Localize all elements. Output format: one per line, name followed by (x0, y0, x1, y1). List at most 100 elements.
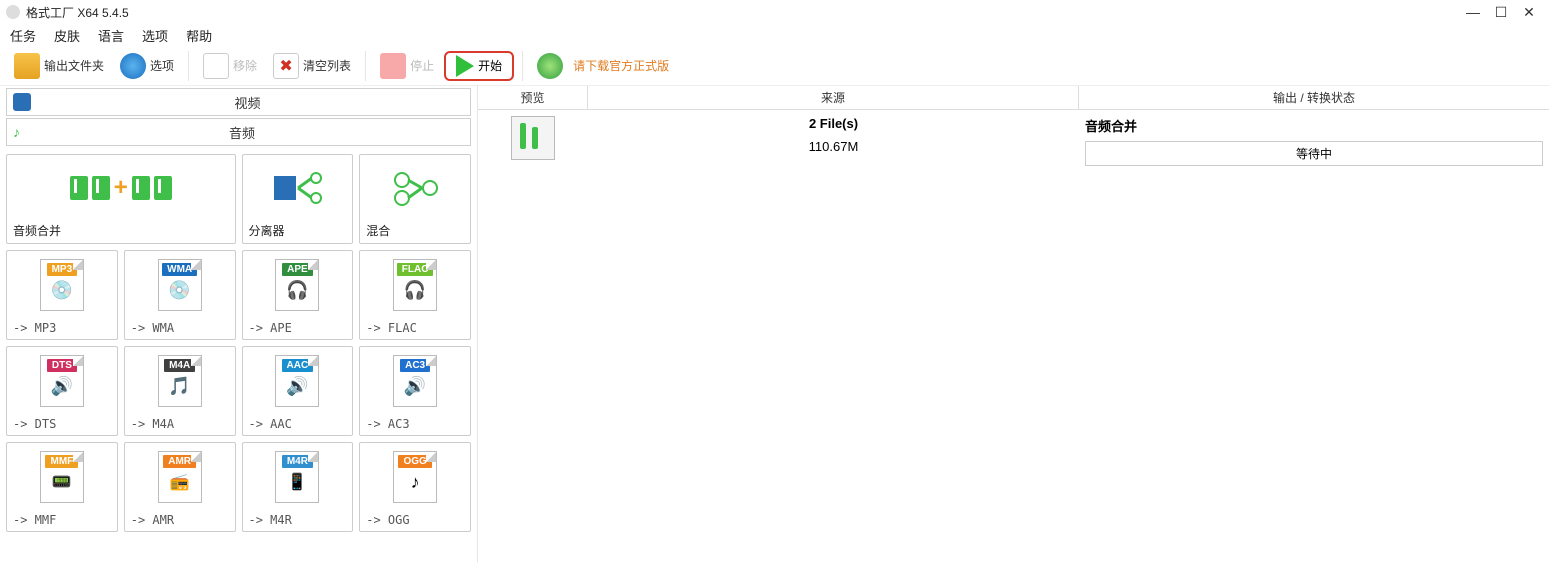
document-icon (203, 53, 229, 79)
titlebar: 格式工厂 X64 5.4.5 — ☐ ✕ (0, 0, 1549, 24)
output-folder-label: 输出文件夹 (44, 57, 104, 74)
toolbar: 输出文件夹 选项 移除 清空列表 停止 开始 请下载官方正式版 (0, 46, 1549, 86)
tile-ape[interactable]: APE🎧 -> APE (242, 250, 354, 340)
close-button[interactable]: ✕ (1515, 4, 1543, 21)
tile-mp3[interactable]: MP3💿 -> MP3 (6, 250, 118, 340)
tile-m4a-label: -> M4A (131, 417, 174, 431)
column-headers: 预览 来源 输出 / 转换状态 (478, 86, 1549, 110)
category-audio[interactable]: ♪ 音频 (6, 118, 471, 146)
mmf-icon: MMF📟 (7, 443, 117, 511)
mp3-icon: MP3💿 (7, 251, 117, 319)
tile-m4r[interactable]: M4R📱 -> M4R (242, 442, 354, 532)
tile-ac3[interactable]: AC3🔊 -> AC3 (359, 346, 471, 436)
aac-icon: AAC🔊 (243, 347, 353, 415)
tile-flac[interactable]: FLAC🎧 -> FLAC (359, 250, 471, 340)
tile-amr-label: -> AMR (131, 513, 174, 527)
tile-m4r-label: -> M4R (249, 513, 292, 527)
tile-wma[interactable]: WMA💿 -> WMA (124, 250, 236, 340)
col-preview[interactable]: 预览 (478, 86, 588, 109)
tile-mix-label: 混合 (360, 220, 470, 243)
start-button[interactable]: 开始 (444, 51, 514, 81)
menu-option[interactable]: 选项 (142, 26, 168, 45)
tile-mix[interactable]: 混合 (359, 154, 471, 244)
play-icon (456, 55, 474, 77)
options-button[interactable]: 选项 (114, 51, 180, 81)
maximize-button[interactable]: ☐ (1487, 4, 1515, 21)
download-official-label: 请下载官方正式版 (573, 57, 669, 74)
dts-icon: DTS🔊 (7, 347, 117, 415)
task-row[interactable]: 2 File(s) 110.67M 音频合并 等待中 (478, 110, 1549, 172)
task-thumbnail-icon (511, 116, 555, 160)
separator (365, 51, 366, 81)
tile-splitter-label: 分离器 (243, 220, 353, 243)
tile-dts[interactable]: DTS🔊 -> DTS (6, 346, 118, 436)
tile-aac[interactable]: AAC🔊 -> AAC (242, 346, 354, 436)
category-audio-label: 音频 (20, 123, 464, 142)
flac-icon: FLAC🎧 (360, 251, 470, 319)
minimize-button[interactable]: — (1459, 4, 1487, 20)
remove-button[interactable]: 移除 (197, 51, 263, 81)
window-title: 格式工厂 X64 5.4.5 (26, 4, 1459, 21)
clear-list-button[interactable]: 清空列表 (267, 51, 357, 81)
col-source[interactable]: 来源 (588, 86, 1079, 109)
stop-label: 停止 (410, 57, 434, 74)
tile-dts-label: -> DTS (13, 417, 56, 431)
tile-flac-label: -> FLAC (366, 321, 417, 335)
stop-icon (380, 53, 406, 79)
tile-ape-label: -> APE (249, 321, 292, 335)
stop-button[interactable]: 停止 (374, 51, 440, 81)
tile-mp3-label: -> MP3 (13, 321, 56, 335)
category-video[interactable]: 视频 (6, 88, 471, 116)
globe-icon (537, 53, 563, 79)
main-area: 视频 ♪ 音频 + 音频合并 分离器 (0, 86, 1549, 562)
folder-icon (14, 53, 40, 79)
m4r-icon: M4R📱 (243, 443, 353, 511)
ac3-icon: AC3🔊 (360, 347, 470, 415)
tile-mmf-label: -> MMF (13, 513, 56, 527)
tile-mmf[interactable]: MMF📟 -> MMF (6, 442, 118, 532)
tile-ac3-label: -> AC3 (366, 417, 409, 431)
music-note-icon: ♪ (13, 124, 20, 140)
audio-join-icon: + (7, 155, 235, 220)
separator (522, 51, 523, 81)
splitter-icon (243, 155, 353, 220)
mix-icon (360, 155, 470, 220)
start-label: 开始 (478, 57, 502, 74)
menu-help[interactable]: 帮助 (186, 26, 212, 45)
task-file-count: 2 File(s) (588, 116, 1079, 131)
options-label: 选项 (150, 57, 174, 74)
menubar: 任务 皮肤 语言 选项 帮助 (0, 24, 1549, 46)
separator (188, 51, 189, 81)
tile-splitter[interactable]: 分离器 (242, 154, 354, 244)
tile-amr[interactable]: AMR📻 -> AMR (124, 442, 236, 532)
options-icon (120, 53, 146, 79)
tile-ogg-label: -> OGG (366, 513, 409, 527)
tile-wma-label: -> WMA (131, 321, 174, 335)
tile-audio-join-label: 音频合并 (7, 220, 235, 243)
ape-icon: APE🎧 (243, 251, 353, 319)
tile-aac-label: -> AAC (249, 417, 292, 431)
download-official-button[interactable]: 请下载官方正式版 (531, 51, 675, 81)
app-icon (6, 5, 20, 19)
clear-icon (273, 53, 299, 79)
menu-language[interactable]: 语言 (98, 26, 124, 45)
menu-skin[interactable]: 皮肤 (54, 26, 80, 45)
wma-icon: WMA💿 (125, 251, 235, 319)
ogg-icon: OGG♪ (360, 443, 470, 511)
category-video-label: 视频 (31, 93, 464, 112)
output-folder-button[interactable]: 输出文件夹 (8, 51, 110, 81)
tile-audio-join[interactable]: + 音频合并 (6, 154, 236, 244)
tile-ogg[interactable]: OGG♪ -> OGG (359, 442, 471, 532)
film-icon (13, 93, 31, 111)
menu-task[interactable]: 任务 (10, 26, 36, 45)
right-pane: 预览 来源 输出 / 转换状态 2 File(s) 110.67M 音频合并 等… (478, 86, 1549, 562)
task-size: 110.67M (588, 139, 1079, 154)
col-output-status[interactable]: 输出 / 转换状态 (1079, 86, 1549, 109)
m4a-icon: M4A🎵 (125, 347, 235, 415)
task-status: 等待中 (1085, 141, 1543, 166)
remove-label: 移除 (233, 57, 257, 74)
task-output-name: 音频合并 (1085, 116, 1543, 135)
clear-list-label: 清空列表 (303, 57, 351, 74)
tile-m4a[interactable]: M4A🎵 -> M4A (124, 346, 236, 436)
audio-tiles-grid: + 音频合并 分离器 混合 MP3💿 -> MP3 (0, 148, 477, 538)
